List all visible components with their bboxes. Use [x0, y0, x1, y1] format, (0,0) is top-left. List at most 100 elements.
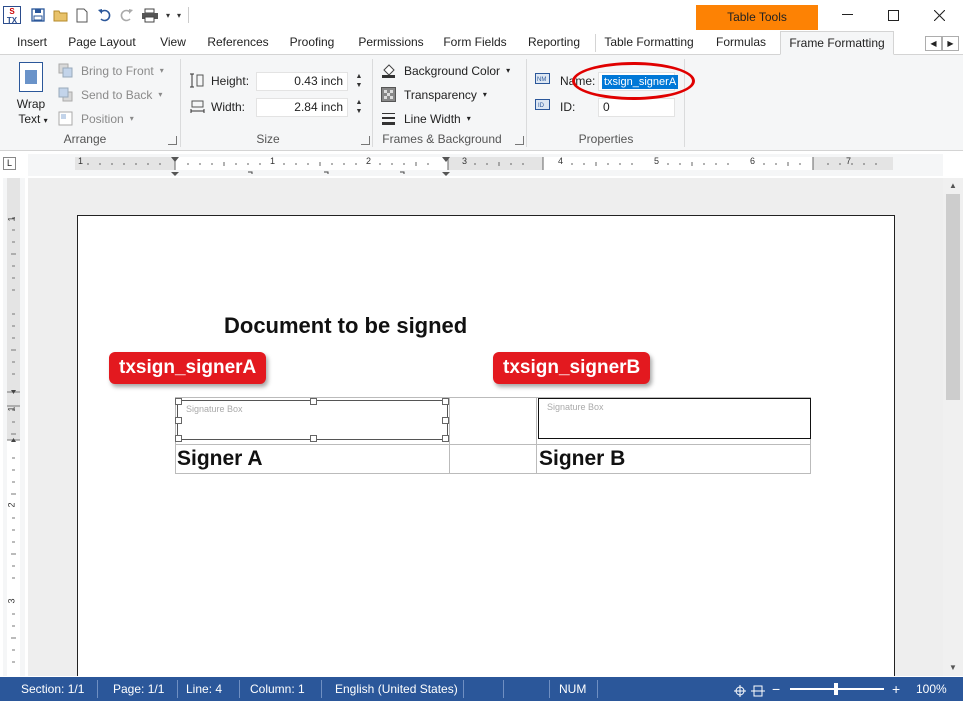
resize-handle[interactable] [310, 398, 317, 405]
app-logo-icon[interactable]: S TX [3, 6, 21, 25]
transparency-icon [381, 87, 396, 102]
wrap-text-label-1: Wrap [16, 97, 46, 111]
id-input[interactable]: 0 [598, 98, 675, 117]
save-icon[interactable] [27, 5, 49, 25]
zoom-out-button[interactable]: − [772, 677, 780, 701]
height-label: Height: [211, 73, 250, 88]
bring-to-front-button[interactable]: Bring to Front ▾ [58, 63, 164, 78]
new-document-icon[interactable] [71, 5, 93, 25]
resize-handle[interactable] [175, 398, 182, 405]
view-mode-icon[interactable] [733, 682, 769, 697]
table-cell-middle-top[interactable] [449, 397, 537, 445]
horizontal-ruler[interactable]: 1 1 2 3 4 5 6 7 [28, 154, 943, 176]
tab-table-formatting[interactable]: Table Formatting [598, 31, 700, 55]
tab-scroll-right-icon[interactable]: ▶ [942, 36, 959, 51]
print-icon[interactable] [137, 5, 163, 25]
redo-icon[interactable] [115, 5, 137, 25]
signature-box-a[interactable]: Signature Box [175, 398, 449, 442]
scroll-up-icon[interactable]: ▲ [943, 179, 963, 193]
tab-scroll-left-icon[interactable]: ◀ [925, 36, 942, 51]
resize-handle[interactable] [442, 398, 449, 405]
send-to-back-icon [58, 87, 73, 102]
table-cell-middle-bottom[interactable] [449, 444, 537, 474]
height-spinner-icon[interactable]: ▲ ▼ [353, 72, 365, 91]
zoom-in-button[interactable]: + [892, 677, 900, 701]
ruler-number: 5 [654, 156, 660, 166]
group-label-arrange: Arrange [63, 132, 107, 146]
tab-form-fields[interactable]: Form Fields [438, 31, 512, 55]
position-icon [58, 111, 73, 126]
status-bar: Section: 1/1 Page: 1/1 Line: 4 Column: 1… [0, 677, 963, 701]
name-label: Name: [560, 73, 596, 88]
context-tab-group-table-tools: Table Tools [696, 5, 818, 30]
tab-separator [595, 34, 596, 52]
tab-frame-formatting[interactable]: Frame Formatting [780, 31, 894, 55]
id-tag-icon: ID [535, 99, 550, 114]
undo-icon[interactable] [93, 5, 115, 25]
ruler-number: 1 [270, 156, 276, 166]
transparency-button[interactable]: Transparency ▾ [381, 87, 487, 102]
maximize-button[interactable] [870, 0, 916, 30]
tab-formulas[interactable]: Formulas [708, 31, 774, 55]
width-icon [190, 99, 205, 114]
resize-handle[interactable] [310, 435, 317, 442]
send-to-back-button[interactable]: Send to Back ▾ [58, 87, 162, 102]
line-width-button[interactable]: Line Width ▾ [381, 111, 471, 126]
ruler-number: 2 [366, 156, 372, 166]
vertical-scrollbar[interactable]: ▲ ▼ [943, 178, 963, 676]
scrollbar-thumb[interactable] [946, 194, 960, 400]
tab-reporting[interactable]: Reporting [521, 31, 587, 55]
minimize-button[interactable] [824, 0, 870, 30]
open-folder-icon[interactable] [49, 5, 71, 25]
arrange-launcher-icon[interactable] [168, 136, 177, 145]
status-language[interactable]: English (United States) [335, 677, 458, 701]
tab-stop-selector-icon[interactable]: L [3, 157, 16, 170]
vertical-ruler[interactable]: 1 1 2 3 [3, 178, 25, 676]
document-page[interactable]: Document to be signed Signature Box Sign… [77, 215, 895, 676]
name-input[interactable]: txsign_signerA [598, 72, 679, 91]
status-separator [503, 680, 504, 698]
tab-scroll-arrows: ◀ ▶ [925, 36, 959, 51]
tab-page-layout[interactable]: Page Layout [62, 31, 142, 55]
position-button[interactable]: Position ▾ [58, 111, 134, 126]
width-input[interactable]: 2.84 inch [256, 98, 348, 117]
background-color-button[interactable]: Background Color ▾ [381, 63, 510, 78]
zoom-level[interactable]: 100% [916, 677, 947, 701]
tab-references[interactable]: References [203, 31, 273, 55]
wrap-text-button[interactable]: Wrap Text ▾ [10, 61, 52, 127]
height-input[interactable]: 0.43 inch [256, 72, 348, 91]
status-separator [239, 680, 240, 698]
group-separator [526, 59, 527, 147]
resize-handle[interactable] [442, 435, 449, 442]
signer-a-label[interactable]: Signer A [177, 447, 263, 471]
width-spinner-icon[interactable]: ▲ ▼ [353, 98, 365, 117]
document-canvas[interactable]: Document to be signed Signature Box Sign… [28, 178, 943, 676]
frames-launcher-icon[interactable] [515, 136, 524, 145]
document-heading[interactable]: Document to be signed [224, 313, 467, 339]
ruler-number: 1 [6, 406, 17, 412]
tab-proofing[interactable]: Proofing [282, 31, 342, 55]
status-num-lock: NUM [559, 682, 587, 696]
tab-permissions[interactable]: Permissions [352, 31, 430, 55]
name-label-row: NM Name: [535, 73, 595, 88]
signer-b-label[interactable]: Signer B [539, 447, 625, 471]
width-label-row: Width: [190, 99, 245, 114]
customize-toolbar-icon[interactable]: ▾ [173, 5, 185, 25]
resize-handle[interactable] [175, 435, 182, 442]
status-separator [321, 680, 322, 698]
group-separator [372, 59, 373, 147]
scroll-down-icon[interactable]: ▼ [943, 661, 963, 675]
tab-insert[interactable]: Insert [8, 31, 56, 55]
size-launcher-icon[interactable] [361, 136, 370, 145]
zoom-slider-thumb[interactable] [834, 683, 838, 695]
ruler-number: 1 [78, 156, 84, 166]
resize-handle[interactable] [175, 417, 182, 424]
ruler-number: 6 [750, 156, 756, 166]
resize-handle[interactable] [442, 417, 449, 424]
signature-box-b[interactable]: Signature Box [538, 398, 811, 439]
print-dropdown-icon[interactable]: ▾ [163, 5, 173, 25]
tab-view[interactable]: View [152, 31, 194, 55]
close-button[interactable] [916, 0, 962, 30]
tag-signer-a-annotation: txsign_signerA [109, 352, 267, 384]
status-column: Column: 1 [250, 682, 305, 696]
